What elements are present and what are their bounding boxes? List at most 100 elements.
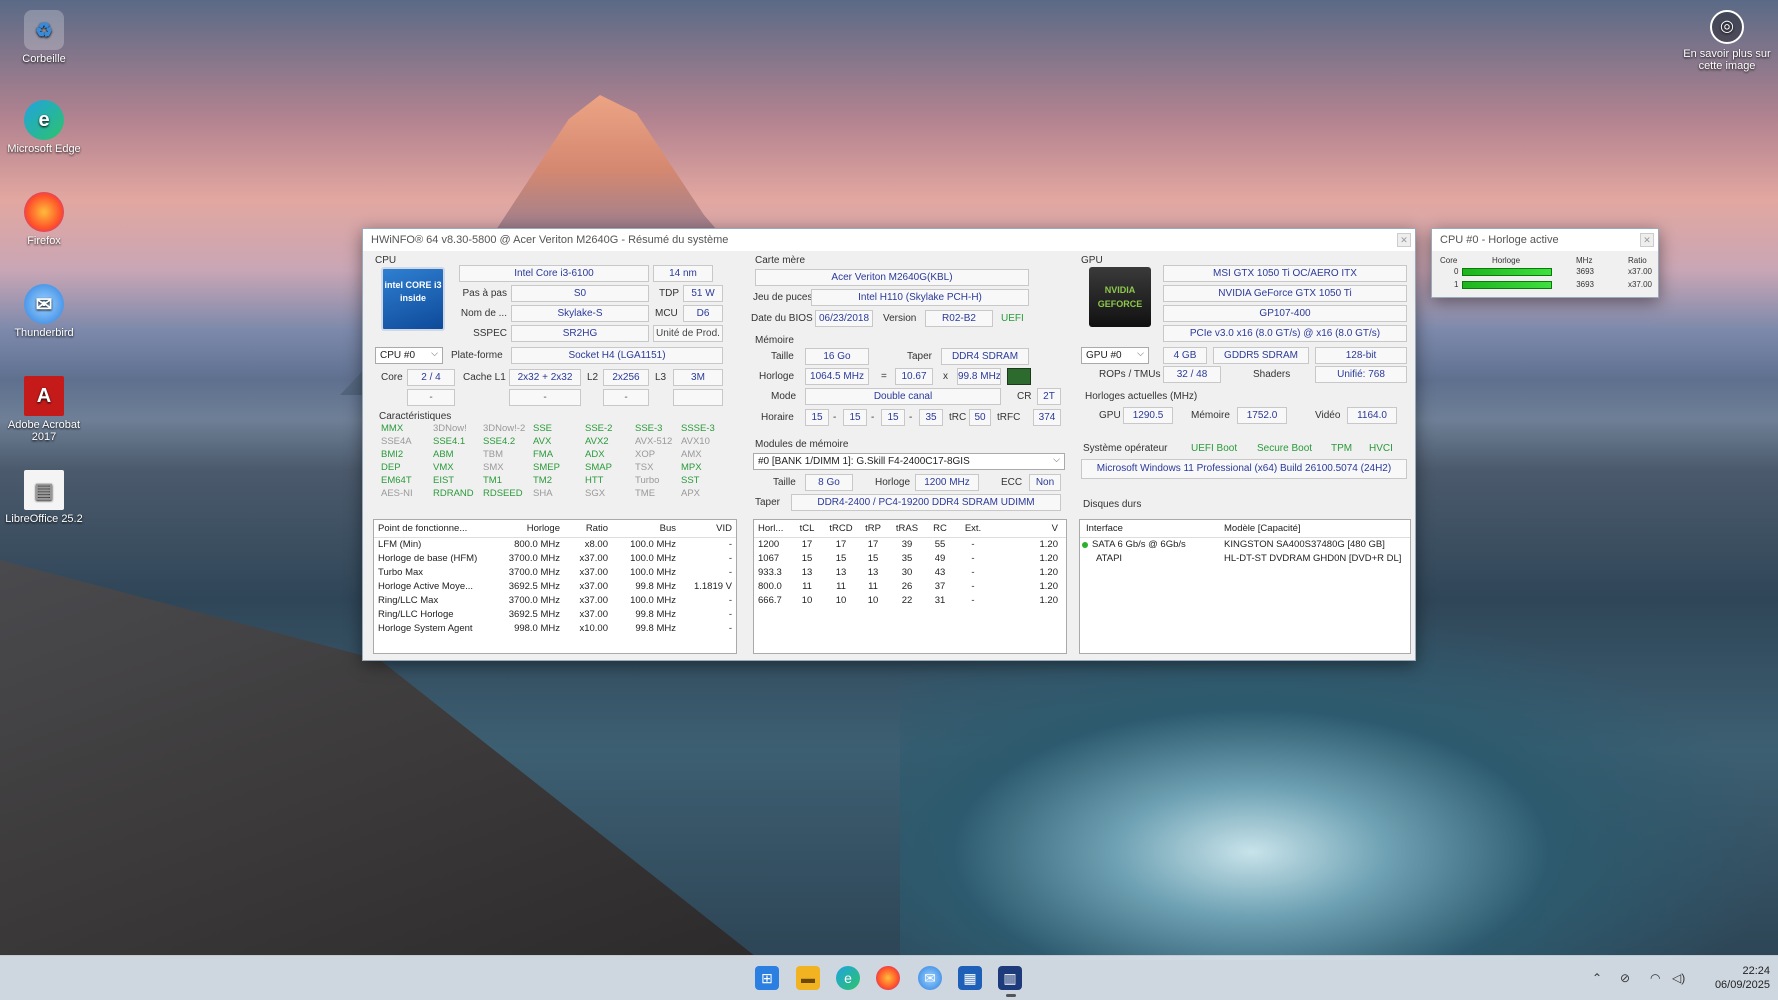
uefi-boot-badge: UEFI Boot [1191,443,1238,454]
table-cell: - [971,553,975,564]
close-button[interactable]: ✕ [1397,233,1411,247]
wifi-icon[interactable]: ◠ [1650,971,1660,985]
bios-date-label: Date du BIOS [751,313,813,324]
module-timings-table[interactable]: Horl... tCL tRCD tRP tRAS RC Ext. V 1200 17 17 17 39… [753,519,1067,654]
table-row[interactable]: 800.0 11 11 11 26 37 - 1.20 [754,580,1066,594]
shaders-label: Shaders [1253,369,1291,380]
tdp-label: TDP [659,288,679,299]
libreoffice-icon: ▤ [24,470,64,510]
clock[interactable]: 22:24 06/09/2025 [1700,964,1770,992]
tray-chevron-icon[interactable]: ⌃ [1592,971,1602,985]
table-cell: 1.20 [1039,553,1059,564]
sspec-label: SSPEC [473,328,507,339]
table-cell: 1.1819 V [693,581,732,592]
l1-label: Cache L1 [463,372,506,383]
network-off-icon[interactable]: ⊘ [1620,971,1630,985]
desktop-icon-libreoffice[interactable]: ▤ LibreOffice 25.2 [0,470,88,525]
column-header: Horl... [758,523,784,534]
clock-date: 06/09/2025 [1714,979,1770,991]
column-header: Ext. [964,523,982,534]
table-row[interactable]: Turbo Max 3700.0 MHz x37.00 100.0 MHz - [374,566,736,580]
volume-icon[interactable]: ◁) [1672,971,1685,985]
clock-time: 22:24 [1742,965,1770,977]
table-row[interactable]: SATA 6 Gb/s @ 6Gb/s KINGSTON SA400S37480G… [1080,538,1410,552]
tpm-badge: TPM [1331,443,1353,454]
clock-close-button[interactable]: ✕ [1640,233,1654,247]
operating-points-table[interactable]: Point de fonctionne... Horloge Ratio Bus VID… [373,519,737,654]
desktop-icon-acrobat[interactable]: A Adobe Acrobat 2017 [0,376,88,443]
table-cell: KINGSTON SA400S37480G [480 GB] [1224,539,1385,550]
table-header: Point de fonctionne... Horloge Ratio Bus VID [374,520,736,538]
prod-unit-button[interactable]: Unité de Prod. [653,325,723,342]
table-cell: Horloge Active Moye... [378,581,474,592]
gpu-video-clock-label: Vidéo [1315,410,1341,421]
table-row[interactable]: LFM (Min) 800.0 MHz x8.00 100.0 MHz - [374,538,736,552]
table-cell: SATA 6 Gb/s @ 6Gb/s [1092,539,1186,550]
table-row[interactable]: Ring/LLC Max 3700.0 MHz x37.00 100.0 MHz - [374,594,736,608]
column-header: RC [933,523,947,534]
gpu-video-clock: 1164.0 [1347,407,1397,424]
mem-t4: 35 [919,409,943,426]
table-cell: 35 [901,553,913,564]
desktop-icon-label: Firefox [27,235,61,247]
learn-about-image[interactable]: ◎ En savoir plus sur cette image [1680,10,1774,72]
file-explorer-icon[interactable]: ▬ [796,966,820,990]
edge-taskbar-icon[interactable]: e [836,966,860,990]
cpu-clock-window[interactable]: CPU #0 - Horloge active ✕ Core Horloge M… [1431,228,1659,298]
mem-timing-label: Horaire [761,412,794,423]
gpu-clock: 1290.5 [1123,407,1173,424]
table-cell: - [728,567,732,578]
cpu-sspec: SR2HG [511,325,649,342]
cpu-feature: EIST [433,475,455,486]
hwinfo-summary-window[interactable]: HWiNFO® 64 v8.30-5800 @ Acer Veriton M26… [362,228,1416,661]
table-row[interactable]: 666.7 10 10 10 22 31 - 1.20 [754,594,1066,608]
disks-section-label: Disques durs [1083,499,1142,510]
firefox-taskbar-icon[interactable] [876,966,900,990]
disks-table[interactable]: Interface Modèle [Capacité] SATA 6 Gb/s @ … [1079,519,1411,654]
desktop-icon-firefox[interactable]: Firefox [0,192,88,247]
cpu-select[interactable]: CPU #0 [375,346,443,364]
table-cell: - [971,595,975,606]
table-header: Horl... tCL tRCD tRP tRAS RC Ext. V [754,520,1066,538]
thunderbird-taskbar-icon[interactable]: ✉ [918,966,942,990]
titlebar[interactable]: HWiNFO® 64 v8.30-5800 @ Acer Veriton M26… [363,229,1415,251]
gpu-select[interactable]: GPU #0 [1081,346,1149,364]
desktop-icon-thunderbird[interactable]: ✉ Thunderbird [0,284,88,339]
table-row[interactable]: Horloge System Agent 998.0 MHz x10.00 99.8 … [374,622,736,636]
table-cell: - [728,609,732,620]
cpu-feature: SMX [483,462,504,473]
table-row[interactable]: ATAPI HL-DT-ST DVDRAM GHD0N [DVD+R DL] [1080,552,1410,566]
table-cell: 17 [801,539,813,550]
table-cell: Horloge System Agent [378,623,473,634]
mem-type-label: Taper [907,351,933,362]
table-cell: x37.00 [579,581,608,592]
table-row[interactable]: 933.3 13 13 13 30 43 - 1.20 [754,566,1066,580]
table-cell: Ring/LLC Horloge [378,609,454,620]
desktop-icon-recycle-bin[interactable]: ♻ Corbeille [0,10,88,65]
cpu-feature: SMAP [585,462,612,473]
cpu-feature: XOP [635,449,656,460]
table-cell: - [971,567,975,578]
column-header: Modèle [Capacité] [1224,523,1301,534]
module-select[interactable]: #0 [BANK 1/DIMM 1]: G.Skill F4-2400C17-8… [753,452,1065,470]
trc-label: tRC [949,412,967,423]
cpu-section-label: CPU [375,255,397,266]
nvidia-logo-text: NVIDIA GEFORCE [1097,285,1143,309]
table-row[interactable]: Ring/LLC Horloge 3692.5 MHz x37.00 99.8 MHz… [374,608,736,622]
module-clock-label: Horloge [875,477,911,488]
table-row[interactable]: Horloge de base (HFM) 3700.0 MHz x37.00 100… [374,552,736,566]
start-icon[interactable]: ⊞ [755,966,779,990]
store-icon[interactable]: ▦ [958,966,982,990]
table-row[interactable]: Horloge Active Moye... 3692.5 MHz x37.00 99… [374,580,736,594]
hwinfo-taskbar-icon[interactable]: ▥ [998,966,1022,990]
table-row[interactable]: 1200 17 17 17 39 55 - 1.20 [754,538,1066,552]
cpu-l1: 2x32 + 2x32 [509,369,581,386]
clock-titlebar[interactable]: CPU #0 - Horloge active ✕ [1432,229,1658,251]
table-cell: 800.0 MHz [514,539,560,550]
table-cell: 37 [934,581,946,592]
gpu-clocks-label: Horloges actuelles (MHz) [1085,391,1198,402]
desktop-icon-edge[interactable]: e Microsoft Edge [0,100,88,155]
table-row[interactable]: 1067 15 15 15 35 49 - 1.20 [754,552,1066,566]
desktop-icon-label: Adobe Acrobat 2017 [7,419,81,443]
clock-mhz: 3693 [1576,267,1594,276]
